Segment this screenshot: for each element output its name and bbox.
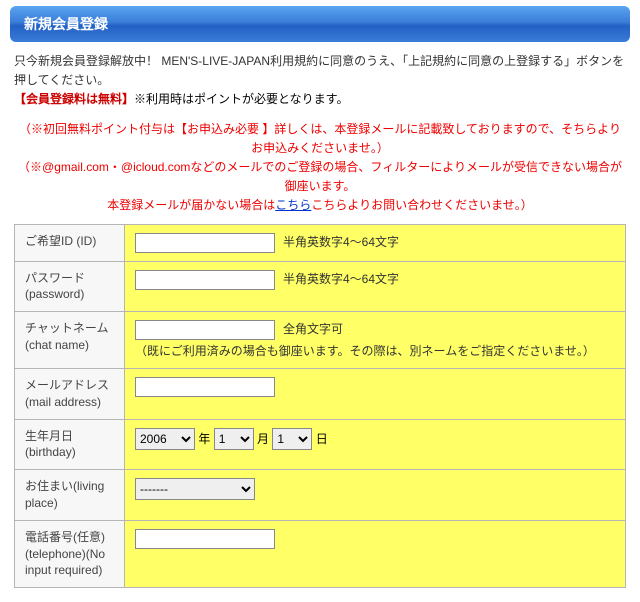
password-input[interactable] xyxy=(135,270,275,290)
chatname-input[interactable] xyxy=(135,320,275,340)
telephone-input[interactable] xyxy=(135,529,275,549)
chatname-hint2: （既にご利用済みの場合も御座います。その際は、別ネームをご指定くださいませ。） xyxy=(135,342,615,360)
notice-line1: （※初回無料ポイント付与は【お申込み必要 】詳しくは、本登録メールに記載致してお… xyxy=(14,120,626,158)
notice-block: （※初回無料ポイント付与は【お申込み必要 】詳しくは、本登録メールに記載致してお… xyxy=(0,116,640,224)
label-telephone: 電話番号(任意)(telephone)(No input required) xyxy=(15,520,125,587)
intro-line1: 只今新規会員登録解放中！ MEN'S-LIVE-JAPAN利用規約に同意のうえ、… xyxy=(14,54,624,87)
day-suffix: 日 xyxy=(316,432,328,446)
label-living: お住まい(living place) xyxy=(15,470,125,521)
label-chatname: チャットネーム (chat name) xyxy=(15,312,125,369)
label-birthday: 生年月日(birthday) xyxy=(15,419,125,470)
living-select[interactable]: ------- xyxy=(135,478,255,500)
notice-line2: （※@gmail.com・@icloud.comなどのメールでのご登録の場合、フ… xyxy=(14,158,626,196)
label-mail: メールアドレス (mail address) xyxy=(15,369,125,420)
birthday-day-select[interactable]: 1 xyxy=(272,428,312,450)
mail-input[interactable] xyxy=(135,377,275,397)
chatname-hint1: 全角文字可 xyxy=(283,320,343,338)
notice-line3-pre: 本登録メールが届かない場合は xyxy=(107,198,275,212)
password-hint: 半角英数字4～64文字 xyxy=(283,270,399,288)
month-suffix: 月 xyxy=(257,432,269,446)
page-title: 新規会員登録 xyxy=(24,14,616,34)
notice-line3-post: こちらよりお問い合わせくださいませ。） xyxy=(311,198,532,212)
header-bar: 新規会員登録 xyxy=(10,6,630,42)
label-id: ご希望ID (ID) xyxy=(15,224,125,261)
birthday-month-select[interactable]: 1 xyxy=(214,428,254,450)
birthday-year-select[interactable]: 2006 xyxy=(135,428,195,450)
contact-link[interactable]: こちら xyxy=(275,198,311,212)
id-input[interactable] xyxy=(135,233,275,253)
intro-block: 只今新規会員登録解放中！ MEN'S-LIVE-JAPAN利用規約に同意のうえ、… xyxy=(0,52,640,116)
intro-line2-suffix: ※利用時はポイントが必要となります。 xyxy=(134,92,348,106)
registration-form-table: ご希望ID (ID) 半角英数字4～64文字 パスワード(password) 半… xyxy=(14,224,626,589)
label-password: パスワード(password) xyxy=(15,261,125,312)
form-wrap: ご希望ID (ID) 半角英数字4～64文字 パスワード(password) 半… xyxy=(0,224,640,602)
id-hint: 半角英数字4～64文字 xyxy=(283,233,399,251)
year-suffix: 年 xyxy=(198,432,210,446)
intro-free-label: 【会員登録料は無料】 xyxy=(14,92,134,106)
